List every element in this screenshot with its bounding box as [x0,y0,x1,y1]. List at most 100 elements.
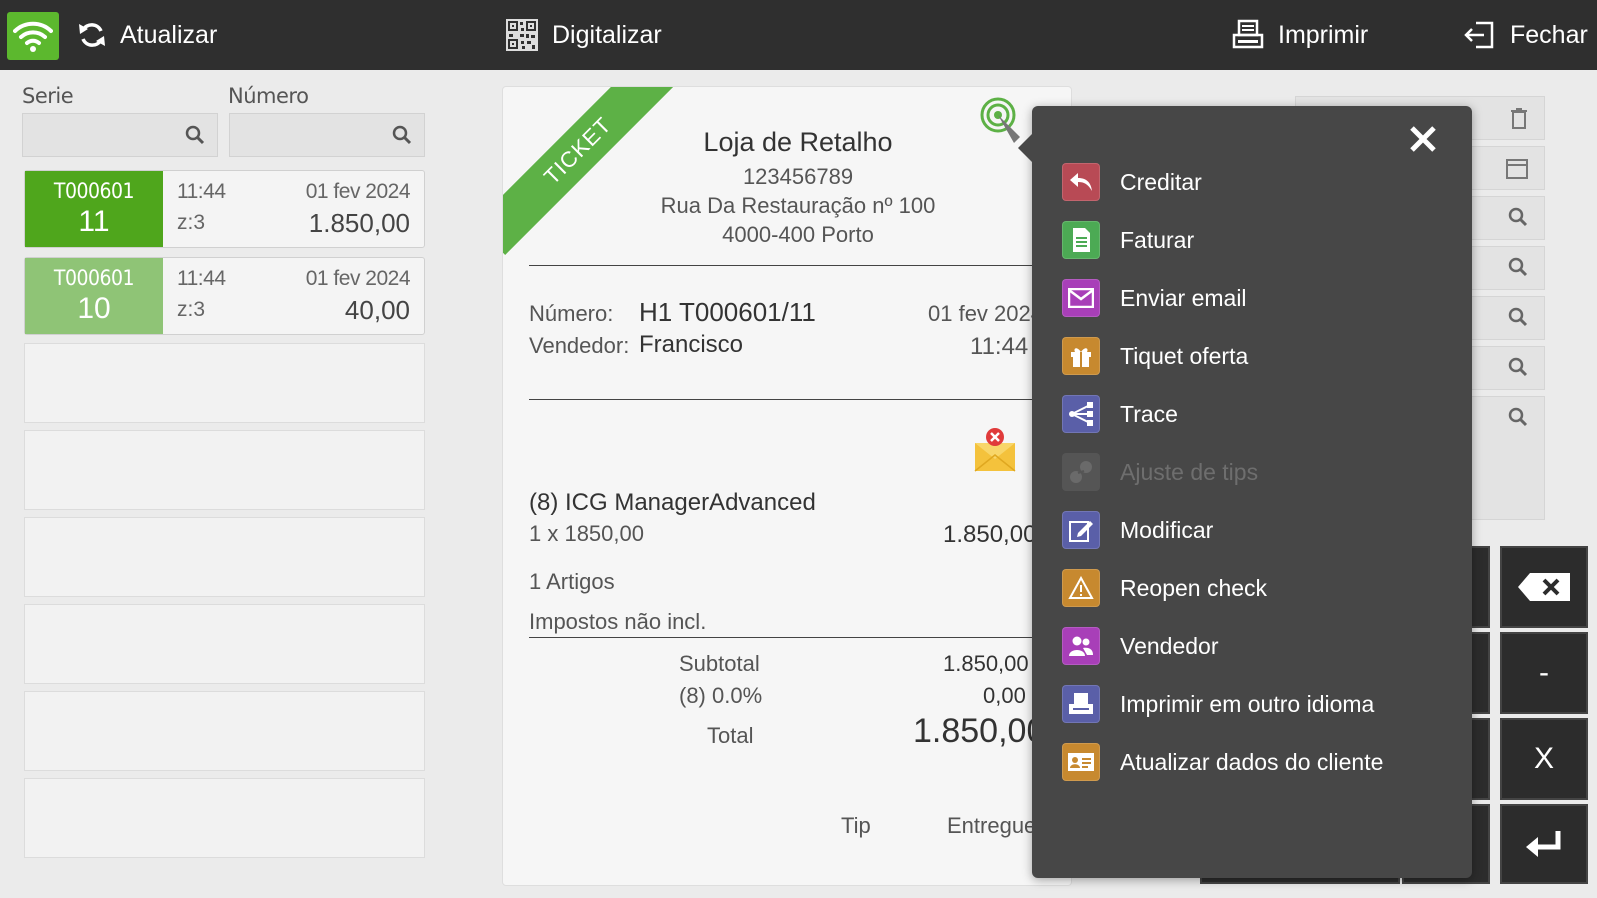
menu-item-label: Faturar [1120,226,1195,253]
divider [529,637,1071,638]
print-label: Imprimir [1278,20,1369,49]
scan-label: Digitalizar [552,20,662,49]
multiply-key[interactable]: X [1500,718,1588,800]
edit-icon [1062,511,1100,549]
impostos-note: Impostos não incl. [529,609,707,634]
menu-item-faturar[interactable]: Faturar [1062,218,1194,262]
total-value: 1.850,00 [913,712,1046,750]
printer-icon [1062,685,1100,723]
search-icon[interactable] [1508,407,1528,427]
document-date: 01 fev 2024 [305,267,411,290]
undo-arrow-icon [1062,163,1100,201]
search-icon[interactable] [1508,257,1528,277]
subtotal-value: 1.850,00 [943,651,1029,676]
numero-label: Número [228,84,309,108]
entregue-label: Entregue [947,813,1037,838]
document-time: 11:44 [177,267,226,290]
envelope-icon [1062,279,1100,317]
minus-key-label: - [1539,656,1549,689]
menu-item-creditar[interactable]: Creditar [1062,160,1202,204]
search-icon[interactable] [392,125,412,145]
store-address: Rua Da Restauração nº 100 [660,193,936,218]
backspace-key[interactable] [1500,546,1588,628]
menu-item-label: Imprimir em outro idioma [1120,690,1375,717]
menu-item-imprimir-outro-idioma[interactable]: Imprimir em outro idioma [1062,682,1374,726]
vendedor-label: Vendedor: [529,333,630,358]
item-total: 1.850,00 [943,521,1037,548]
warning-icon [1062,569,1100,607]
menu-item-label: Enviar email [1120,284,1247,311]
email-error-icon[interactable] [973,427,1017,473]
numero-label: Número: [529,301,614,326]
multiply-key-label: X [1533,742,1554,775]
document-row[interactable]: T000601 11 11:44 z:3 01 fev 2024 1.850,0… [24,170,425,248]
ticket-number: H1 T000601/11 [639,297,816,327]
invoice-icon [1062,221,1100,259]
menu-item-enviar-email[interactable]: Enviar email [1062,276,1247,320]
calendar-icon[interactable] [1506,157,1528,179]
document-number: 11 [78,205,110,238]
artigos-count: 1 Artigos [529,569,615,594]
document-amount: 40,00 [344,295,410,325]
menu-item-reopen-check[interactable]: Reopen check [1062,566,1267,610]
wifi-status-button[interactable] [7,12,59,60]
menu-item-tiquet-oferta[interactable]: Tiquet oferta [1062,334,1248,378]
store-city: 4000-400 Porto [722,222,874,247]
close-icon[interactable] [1408,124,1438,154]
store-nif: 123456789 [742,164,854,189]
document-badge: T000601 10 [25,258,163,334]
gift-icon [1062,337,1100,375]
empty-list-row [24,778,425,858]
search-icon[interactable] [1508,307,1528,327]
menu-pointer [1018,134,1032,162]
serie-label: Serie [22,84,74,108]
search-icon[interactable] [1508,207,1528,227]
enter-icon [1526,831,1561,857]
print-button[interactable]: Imprimir [1232,0,1368,70]
document-serie: T000601 [53,179,135,203]
tax-label: (8) 0.0% [679,683,763,708]
menu-item-atualizar-cliente[interactable]: Atualizar dados do cliente [1062,740,1383,784]
trash-icon[interactable] [1510,107,1528,129]
empty-list-row [24,517,425,597]
vendedor-name: Francisco [639,331,744,358]
refresh-button[interactable]: Atualizar [78,0,217,70]
menu-item-vendedor[interactable]: Vendedor [1062,624,1218,668]
scan-button[interactable]: Digitalizar [506,0,662,70]
menu-item-label: Tiquet oferta [1120,342,1249,369]
printer-icon [1232,19,1264,49]
close-label: Fechar [1510,20,1588,49]
menu-item-label: Creditar [1120,168,1202,195]
document-badge: T000601 11 [25,171,163,247]
qr-code-icon [506,19,538,51]
search-icon[interactable] [1508,357,1528,377]
document-number: 10 [77,292,111,325]
menu-item-label: Atualizar dados do cliente [1120,748,1384,775]
search-icon[interactable] [185,125,205,145]
divider [529,399,1071,400]
total-label: Total [707,723,754,748]
item-name: (8) ICG ManagerAdvanced [529,489,816,516]
empty-list-row [24,691,425,771]
minus-key[interactable]: - [1500,632,1588,714]
empty-list-row [24,430,425,510]
divider [529,265,1071,266]
enter-key[interactable] [1500,804,1588,884]
document-serie: T000601 [53,266,135,290]
trace-icon [1062,395,1100,433]
store-name: Loja de Retalho [703,127,893,157]
empty-list-row [24,604,425,684]
menu-item-modificar[interactable]: Modificar [1062,508,1213,552]
menu-item-label: Trace [1120,400,1178,427]
backspace-icon [1518,573,1570,601]
menu-item-trace[interactable]: Trace [1062,392,1178,436]
actions-menu: Creditar Faturar Enviar email Tiquet ofe… [1018,106,1472,878]
top-bar: Atualizar Digitalizar Imprimir Fechar [0,0,1597,70]
document-row[interactable]: T000601 10 11:44 z:3 01 fev 2024 40,00 [24,257,425,335]
close-button[interactable]: Fechar [1462,0,1588,70]
menu-item-ajuste-de-tips: Ajuste de tips [1062,450,1258,494]
ticket-preview: TICKET Loja de Retalho 123456789 Rua Da … [502,86,1072,886]
numero-search-box [229,113,425,157]
coins-icon [1062,453,1100,491]
document-amount: 1.850,00 [308,208,410,238]
